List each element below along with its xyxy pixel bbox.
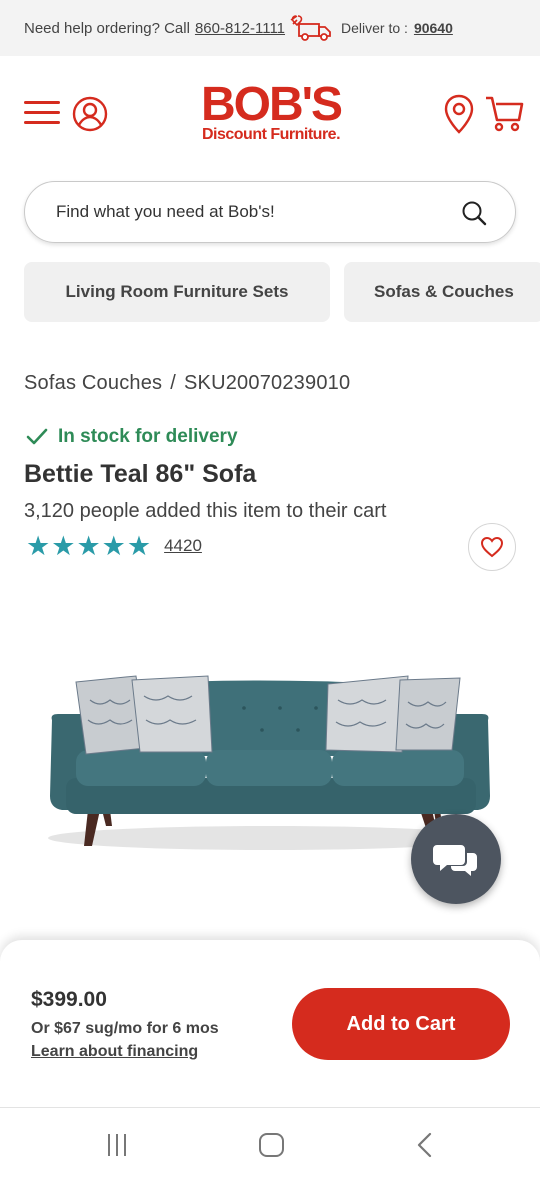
cart-popularity-text: 3,120 people added this item to their ca… [24, 500, 387, 522]
home-icon[interactable] [259, 1133, 284, 1157]
monthly-payment-text: Or $67 sug/mo for 6 mos [31, 1020, 219, 1037]
stock-status: In stock for delivery [26, 426, 238, 448]
price: $399.00 [31, 988, 107, 1011]
favorite-button[interactable] [468, 523, 516, 571]
breadcrumb-sku: SKU20070239010 [184, 372, 351, 394]
help-bar: Need help ordering? Call 860-812-1111 De… [0, 0, 540, 56]
check-icon [26, 428, 48, 445]
rating[interactable]: ★ ★ ★ ★ ★ 4420 [26, 531, 202, 561]
heart-icon [480, 536, 504, 558]
search-bar[interactable]: Find what you need at Bob's! [24, 181, 516, 243]
review-count-link[interactable]: 4420 [164, 536, 202, 556]
help-text: Need help ordering? Call [24, 19, 190, 37]
location-pin-icon[interactable] [444, 94, 474, 139]
breadcrumb: Sofas Couches / SKU20070239010 [24, 372, 350, 395]
deliver-label: Deliver to : [341, 20, 408, 36]
stock-status-text: In stock for delivery [58, 426, 238, 447]
recent-apps-icon[interactable] [108, 1134, 126, 1156]
chat-icon [433, 845, 477, 876]
search-icon[interactable] [461, 200, 487, 231]
bobs-logo[interactable]: BOB'S Discount Furniture. [186, 78, 356, 144]
cart-icon[interactable] [484, 94, 524, 139]
star-icon: ★ [126, 531, 152, 561]
account-icon[interactable] [72, 96, 108, 137]
zip-code-link[interactable]: 90640 [414, 20, 453, 36]
chip-living-room-sets[interactable]: Living Room Furniture Sets [24, 262, 330, 322]
star-icon: ★ [101, 531, 126, 561]
search-input[interactable]: Find what you need at Bob's! [56, 202, 275, 222]
chip-sofas-couches[interactable]: Sofas & Couches [344, 262, 540, 322]
menu-icon[interactable] [24, 101, 60, 127]
breadcrumb-separator: / [170, 372, 177, 394]
purchase-bar: $399.00 Or $67 sug/mo for 6 mos Learn ab… [0, 940, 540, 1108]
breadcrumb-category[interactable]: Sofas Couches [24, 372, 162, 394]
logo-wordmark: BOB'S [200, 78, 343, 131]
category-chips: Living Room Furniture Sets Sofas & Couche… [24, 262, 540, 322]
phone-link[interactable]: 860-812-1111 [195, 20, 285, 37]
star-icon: ★ [26, 531, 51, 561]
financing-link[interactable]: Learn about financing [31, 1043, 198, 1061]
system-nav-bar [0, 1108, 540, 1180]
back-icon[interactable] [416, 1132, 432, 1163]
add-to-cart-button[interactable]: Add to Cart [292, 988, 510, 1060]
truck-icon [287, 14, 333, 42]
star-icon: ★ [51, 531, 76, 561]
chat-button[interactable] [411, 814, 501, 904]
star-icon: ★ [76, 531, 101, 561]
logo-tagline: Discount Furniture. [201, 126, 341, 143]
site-header: BOB'S Discount Furniture. [0, 56, 540, 172]
product-title: Bettie Teal 86" Sofa [24, 460, 257, 488]
